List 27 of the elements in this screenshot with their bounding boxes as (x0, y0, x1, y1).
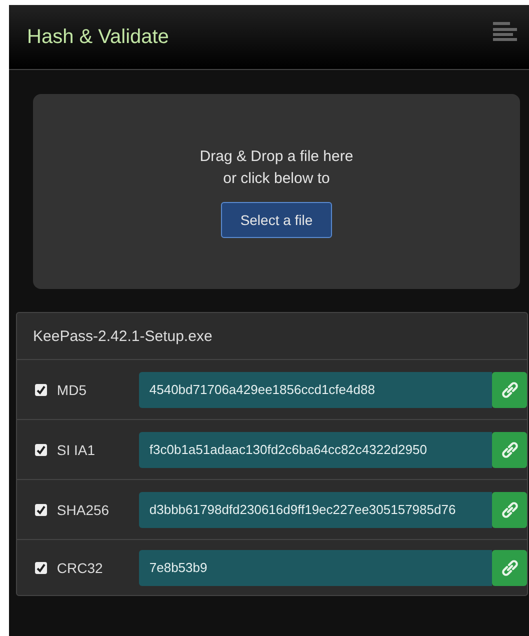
hash-label: MD5 (56, 382, 88, 398)
hash-field[interactable]: 4540bd71706a429ee1856ccd1cfe4d88 (139, 372, 492, 408)
hash-field[interactable]: f3c0b1a51adaac130fd2c6ba64cc82c4322d2950 (139, 432, 492, 468)
checkbox[interactable] (35, 562, 47, 574)
checkbox[interactable] (35, 444, 47, 456)
hash-label: SI IA1 (56, 442, 96, 458)
hash-label: SHA256 (56, 502, 110, 518)
checkbox[interactable] (35, 504, 47, 516)
link-button[interactable] (492, 550, 528, 586)
link-button[interactable] (492, 492, 528, 528)
hash-field[interactable]: 7e8b53b9 (139, 550, 492, 586)
link-button[interactable] (492, 372, 528, 408)
hash-field[interactable]: d3bbb61798dfd230616d9ff19ec227ee305157985d76 (139, 492, 492, 528)
drop-zone[interactable]: Drag & Drop a file here or click below to Select a file (33, 94, 520, 289)
checkbox[interactable] (35, 384, 47, 396)
app-title: Hash & Validate (27, 26, 169, 48)
file-name: KeePass-2.42.1-Setup.exe (33, 328, 212, 344)
hash-label: CRC32 (56, 560, 104, 576)
link-icon (500, 380, 519, 398)
link-icon (500, 558, 519, 576)
drop-text: Drag & Drop a file here (200, 146, 354, 166)
menu-icon[interactable] (493, 22, 517, 42)
link-button[interactable] (492, 432, 528, 468)
link-icon (500, 440, 519, 458)
link-icon (500, 500, 519, 518)
drop-text: or click below to (223, 168, 330, 188)
select-file-button[interactable]: Select a file (221, 202, 332, 238)
